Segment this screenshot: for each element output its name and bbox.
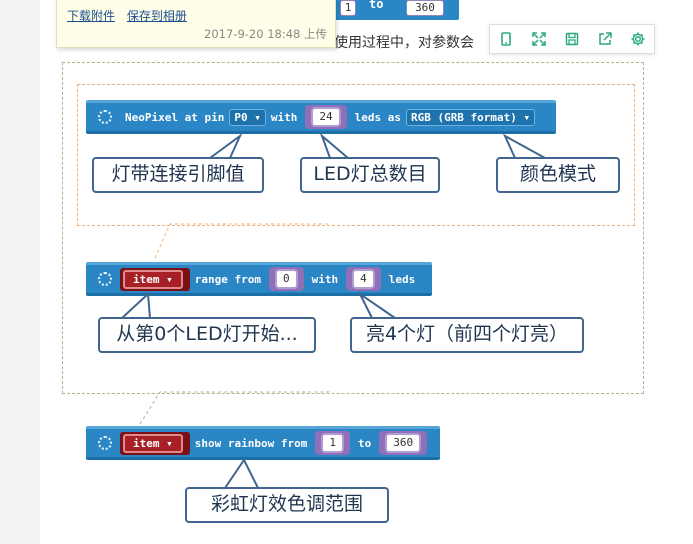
led-count-slot: 24: [305, 105, 347, 129]
with-label: with: [270, 110, 298, 124]
rainbow-end-input[interactable]: 360: [385, 433, 422, 453]
leds-label: leds: [388, 272, 416, 286]
leds-as-label: leds as: [354, 110, 401, 124]
range-with-label: with: [311, 272, 339, 286]
rainbow-end-slot: 360: [379, 431, 428, 455]
rainbow-to-label: to: [357, 436, 372, 450]
settings-button[interactable]: [621, 25, 654, 53]
upload-time: 2017-9-20 18:48 上传: [204, 27, 327, 41]
fullscreen-button[interactable]: [523, 25, 556, 53]
top-block-to-label: to: [369, 0, 384, 11]
callout-led-total: LED灯总数目: [300, 157, 440, 193]
share-icon: [599, 32, 612, 45]
image-toolbar: [489, 24, 655, 54]
variable-slot: item ▾: [120, 431, 190, 455]
block-spinner-icon: [98, 272, 112, 286]
show-rainbow-label: show rainbow from: [194, 436, 308, 450]
tablet-icon: [501, 32, 512, 46]
led-count-input[interactable]: 24: [311, 107, 341, 127]
callout-rainbow-range: 彩虹灯效色调范围: [185, 487, 389, 523]
top-block-from-value: 1: [340, 0, 356, 16]
rainbow-from-slot: 1: [315, 431, 350, 455]
range-from-label: range from: [194, 272, 261, 286]
pin-dropdown[interactable]: P0 ▾: [229, 108, 266, 126]
save-button[interactable]: [556, 25, 589, 53]
body-text-fragment: 使用过程中，对参数会: [334, 35, 474, 51]
item-variable-dropdown[interactable]: item ▾: [123, 433, 183, 453]
top-rainbow-block-partial: 1 to 360: [326, 0, 459, 20]
callout-color-mode: 颜色模式: [496, 157, 620, 193]
range-count-input[interactable]: 4: [352, 269, 375, 289]
range-count-slot: 4: [346, 267, 381, 291]
item-variable-dropdown[interactable]: item ▾: [123, 269, 183, 289]
top-block-to-value: 360: [406, 0, 444, 16]
callout-pin-value: 灯带连接引脚值: [92, 157, 264, 193]
gear-icon: [631, 32, 645, 46]
left-gutter: [0, 0, 40, 544]
callout-light-four: 亮4个灯（前四个灯亮）: [350, 317, 584, 353]
color-format-dropdown[interactable]: RGB (GRB format) ▾: [405, 108, 536, 126]
rainbow-from-input[interactable]: 1: [321, 433, 344, 453]
save-icon: [565, 32, 579, 46]
expand-icon: [532, 32, 546, 46]
share-button[interactable]: [588, 25, 621, 53]
block-spinner-icon: [98, 110, 112, 124]
attachment-tooltip: 下载附件 保存到相册 2017-9-20 18:48 上传: [56, 0, 336, 48]
block-spinner-icon: [98, 436, 112, 450]
neopixel-init-block[interactable]: NeoPixel at pin P0 ▾ with 24 leds as RGB…: [86, 100, 556, 134]
neopixel-label: NeoPixel at pin: [125, 110, 225, 124]
tablet-view-button[interactable]: [490, 25, 523, 53]
range-start-input[interactable]: 0: [274, 269, 298, 289]
variable-slot: item ▾: [120, 267, 190, 291]
callout-start-from: 从第0个LED灯开始...: [98, 317, 316, 353]
range-block[interactable]: item ▾ range from 0 with 4 leds: [86, 262, 432, 296]
download-attachment-link[interactable]: 下载附件: [67, 9, 115, 23]
save-to-album-link[interactable]: 保存到相册: [127, 9, 187, 23]
range-start-slot: 0: [268, 267, 304, 291]
show-rainbow-block[interactable]: item ▾ show rainbow from 1 to 360: [86, 426, 440, 460]
